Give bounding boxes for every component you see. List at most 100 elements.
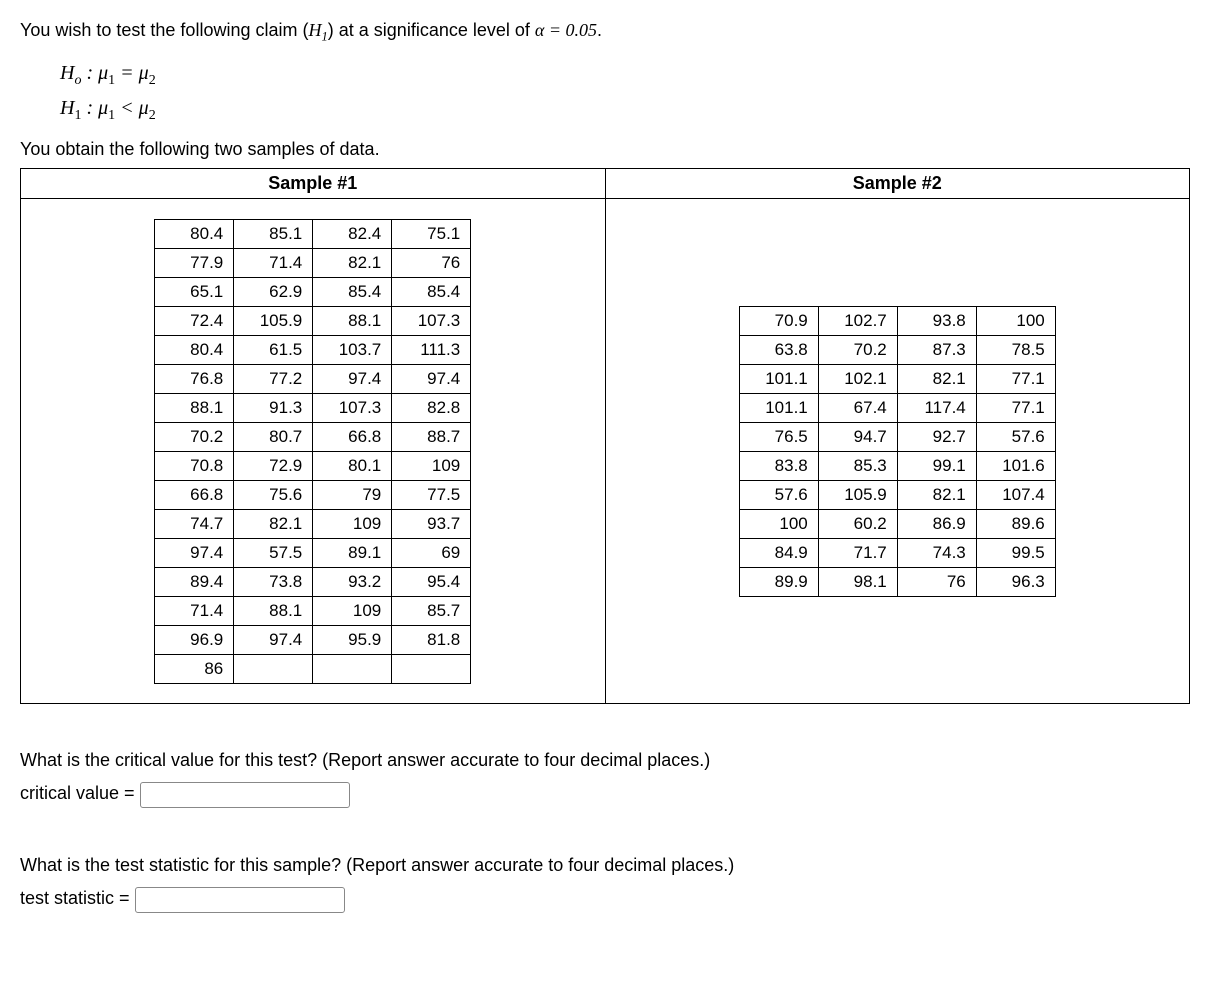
data-cell: 72.9 <box>234 451 313 480</box>
data-cell: 83.8 <box>739 451 818 480</box>
data-cell: 95.4 <box>392 567 471 596</box>
test-statistic-input[interactable] <box>135 887 345 913</box>
data-cell: 60.2 <box>818 509 897 538</box>
data-cell <box>313 654 392 683</box>
data-cell: 89.4 <box>155 567 234 596</box>
table-row: 101.167.4117.477.1 <box>739 393 1055 422</box>
data-cell: 109 <box>313 596 392 625</box>
data-cell: 82.8 <box>392 393 471 422</box>
sample2-header: Sample #2 <box>606 169 1190 199</box>
table-row: 65.162.985.485.4 <box>155 277 471 306</box>
data-cell: 77.9 <box>155 248 234 277</box>
null-hypothesis: Ho : μ1 = μ2 <box>60 57 1188 92</box>
data-cell: 72.4 <box>155 306 234 335</box>
data-cell: 71.4 <box>155 596 234 625</box>
data-cell: 86 <box>155 654 234 683</box>
question2: What is the test statistic for this samp… <box>20 849 1188 914</box>
sample1-body: 80.485.182.475.177.971.482.17665.162.985… <box>21 199 605 703</box>
q1-text: What is the critical value for this test… <box>20 744 1188 776</box>
data-cell: 80.7 <box>234 422 313 451</box>
data-cell: 92.7 <box>897 422 976 451</box>
table-row: 74.782.110993.7 <box>155 509 471 538</box>
data-cell: 95.9 <box>313 625 392 654</box>
table-row: 77.971.482.176 <box>155 248 471 277</box>
data-cell: 57.6 <box>739 480 818 509</box>
table-row: 71.488.110985.7 <box>155 596 471 625</box>
data-cell: 70.8 <box>155 451 234 480</box>
data-cell: 101.1 <box>739 393 818 422</box>
data-cell: 107.4 <box>976 480 1055 509</box>
data-cell: 96.9 <box>155 625 234 654</box>
table-row: 72.4105.988.1107.3 <box>155 306 471 335</box>
sample2-table: 70.9102.793.810063.870.287.378.5 101.1102… <box>739 306 1056 597</box>
data-cell: 57.5 <box>234 538 313 567</box>
data-cell: 82.1 <box>897 480 976 509</box>
table-row: 89.998.17696.3 <box>739 567 1055 596</box>
table-row: 70.9102.793.8100 <box>739 306 1055 335</box>
data-cell: 98.1 <box>818 567 897 596</box>
data-cell: 99.5 <box>976 538 1055 567</box>
data-cell: 74.3 <box>897 538 976 567</box>
q2-label: test statistic = <box>20 888 135 908</box>
question1: What is the critical value for this test… <box>20 744 1188 809</box>
data-cell: 77.5 <box>392 480 471 509</box>
data-cell: 82.4 <box>313 219 392 248</box>
data-cell: 105.9 <box>818 480 897 509</box>
data-cell: 93.7 <box>392 509 471 538</box>
table-row: 83.885.399.1101.6 <box>739 451 1055 480</box>
data-cell: 65.1 <box>155 277 234 306</box>
data-cell: 111.3 <box>392 335 471 364</box>
data-cell: 77.1 <box>976 364 1055 393</box>
data-cell: 93.2 <box>313 567 392 596</box>
data-cell: 96.3 <box>976 567 1055 596</box>
table-row: 76.877.297.497.4 <box>155 364 471 393</box>
data-cell: 81.8 <box>392 625 471 654</box>
data-cell: 78.5 <box>976 335 1055 364</box>
critical-value-input[interactable] <box>140 782 350 808</box>
table-row: 66.875.67977.5 <box>155 480 471 509</box>
sample2-column: Sample #2 70.9102.793.810063.870.287.378… <box>606 169 1190 703</box>
table-row: 70.280.766.888.7 <box>155 422 471 451</box>
data-cell: 97.4 <box>392 364 471 393</box>
data-cell: 101.6 <box>976 451 1055 480</box>
data-cell: 88.1 <box>155 393 234 422</box>
alt-hypothesis: H1 : μ1 < μ2 <box>60 92 1188 127</box>
data-cell: 107.3 <box>313 393 392 422</box>
data-cell: 71.4 <box>234 248 313 277</box>
data-cell: 107.3 <box>392 306 471 335</box>
data-cell: 87.3 <box>897 335 976 364</box>
data-cell: 99.1 <box>897 451 976 480</box>
samples-container: Sample #1 80.485.182.475.177.971.482.176… <box>20 168 1190 704</box>
intro-text: You wish to test the following claim (H1… <box>20 20 1188 45</box>
data-cell: 75.1 <box>392 219 471 248</box>
obtain-text: You obtain the following two samples of … <box>20 139 1188 160</box>
table-row: 76.594.792.757.6 <box>739 422 1055 451</box>
data-cell: 82.1 <box>313 248 392 277</box>
data-cell: 69 <box>392 538 471 567</box>
data-cell: 85.7 <box>392 596 471 625</box>
data-cell: 76 <box>897 567 976 596</box>
data-cell: 84.9 <box>739 538 818 567</box>
table-row: 97.457.589.169 <box>155 538 471 567</box>
data-cell: 76 <box>392 248 471 277</box>
data-cell: 97.4 <box>234 625 313 654</box>
table-row: 80.461.5103.7111.3 <box>155 335 471 364</box>
data-cell: 89.1 <box>313 538 392 567</box>
data-cell: 102.1 <box>818 364 897 393</box>
data-cell: 75.6 <box>234 480 313 509</box>
data-cell: 62.9 <box>234 277 313 306</box>
data-cell: 66.8 <box>313 422 392 451</box>
data-cell: 85.1 <box>234 219 313 248</box>
data-cell: 61.5 <box>234 335 313 364</box>
data-cell: 82.1 <box>897 364 976 393</box>
data-cell: 77.2 <box>234 364 313 393</box>
data-cell: 94.7 <box>818 422 897 451</box>
data-cell: 70.2 <box>818 335 897 364</box>
data-cell: 89.6 <box>976 509 1055 538</box>
data-cell: 80.4 <box>155 335 234 364</box>
data-cell: 86.9 <box>897 509 976 538</box>
table-row: 63.870.287.378.5 <box>739 335 1055 364</box>
data-cell: 89.9 <box>739 567 818 596</box>
data-cell: 91.3 <box>234 393 313 422</box>
sample1-table: 80.485.182.475.177.971.482.17665.162.985… <box>154 219 471 684</box>
